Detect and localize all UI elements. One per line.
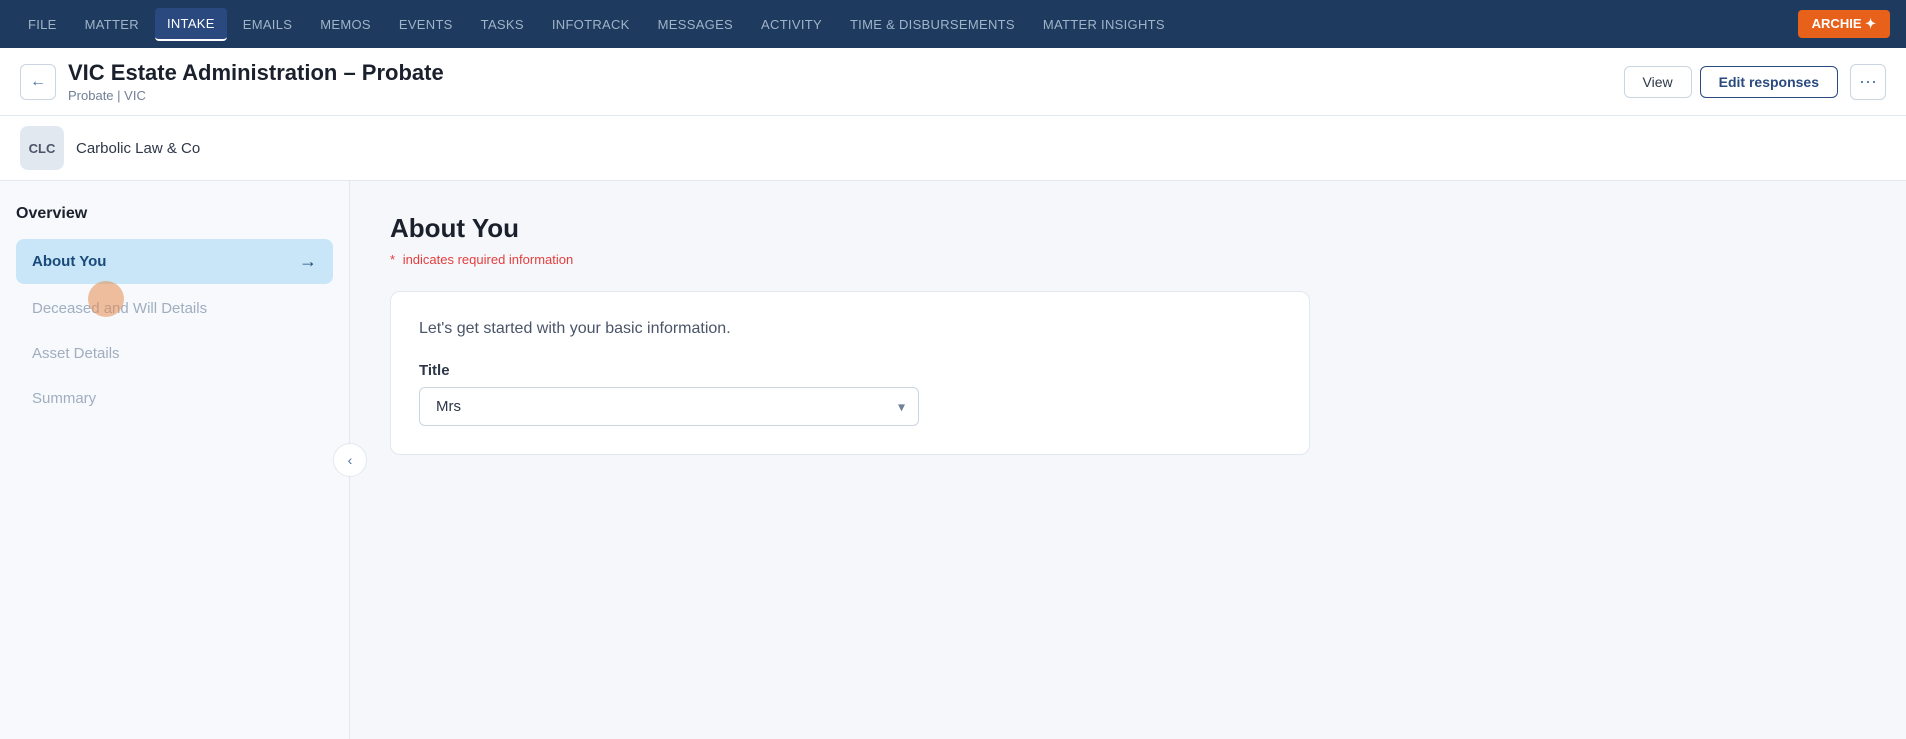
page-title: VIC Estate Administration – Probate <box>68 60 1612 86</box>
sidebar-overview-label: Overview <box>16 205 333 223</box>
sidebar-label-about-you: About You <box>32 253 106 270</box>
sidebar-label-asset-details: Asset Details <box>32 345 120 362</box>
header-actions: View Edit responses <box>1624 66 1838 98</box>
more-icon: ··· <box>1859 71 1877 92</box>
view-button[interactable]: View <box>1624 66 1692 98</box>
company-row: CLC Carbolic Law & Co <box>0 116 1906 181</box>
nav-time-disbursements[interactable]: TIME & DISBURSEMENTS <box>838 9 1027 40</box>
back-icon: ← <box>30 73 46 91</box>
section-title: About You <box>390 213 1866 244</box>
avatar: CLC <box>20 126 64 170</box>
company-name: Carbolic Law & Co <box>76 140 200 157</box>
collapse-sidebar-button[interactable]: ‹ <box>333 443 367 477</box>
main-body: Overview About You → Deceased and Will D… <box>0 181 1906 739</box>
top-navigation: FILE MATTER INTAKE EMAILS MEMOS EVENTS T… <box>0 0 1906 48</box>
nav-matter[interactable]: MATTER <box>73 9 151 40</box>
header-title-block: VIC Estate Administration – Probate Prob… <box>68 60 1612 103</box>
nav-activity[interactable]: ACTIVITY <box>749 9 834 40</box>
sidebar-label-summary: Summary <box>32 390 96 407</box>
nav-memos[interactable]: MEMOS <box>308 9 383 40</box>
nav-matter-insights[interactable]: MATTER INSIGHTS <box>1031 9 1177 40</box>
title-field: Title Mrs Mr Ms Miss Dr Prof ▾ <box>419 362 1281 426</box>
breadcrumb: Probate | VIC <box>68 88 1612 103</box>
title-select[interactable]: Mrs Mr Ms Miss Dr Prof <box>419 387 919 426</box>
required-asterisk: * <box>390 252 395 267</box>
sidebar: Overview About You → Deceased and Will D… <box>0 181 350 739</box>
title-label: Title <box>419 362 1281 379</box>
sidebar-item-about-you[interactable]: About You → <box>16 239 333 284</box>
edit-responses-button[interactable]: Edit responses <box>1700 66 1838 98</box>
form-card: Let's get started with your basic inform… <box>390 291 1310 455</box>
content-area: About You * indicates required informati… <box>350 181 1906 739</box>
chevron-left-icon: ‹ <box>348 452 353 468</box>
back-button[interactable]: ← <box>20 64 56 100</box>
archie-button[interactable]: ARCHIE ✦ <box>1798 10 1890 38</box>
sidebar-item-summary[interactable]: Summary <box>16 378 333 419</box>
sidebar-item-asset-details[interactable]: Asset Details <box>16 333 333 374</box>
more-options-button[interactable]: ··· <box>1850 64 1886 100</box>
title-select-wrapper: Mrs Mr Ms Miss Dr Prof ▾ <box>419 387 919 426</box>
breadcrumb-vic: VIC <box>124 88 146 103</box>
sidebar-item-deceased-will[interactable]: Deceased and Will Details <box>16 288 333 329</box>
header: ← VIC Estate Administration – Probate Pr… <box>0 48 1906 116</box>
nav-emails[interactable]: EMAILS <box>231 9 304 40</box>
nav-events[interactable]: EVENTS <box>387 9 465 40</box>
required-note: * indicates required information <box>390 252 1866 267</box>
nav-intake[interactable]: INTAKE <box>155 8 227 41</box>
nav-file[interactable]: FILE <box>16 9 69 40</box>
nav-tasks[interactable]: TASKS <box>469 9 536 40</box>
form-card-subtitle: Let's get started with your basic inform… <box>419 320 1281 338</box>
breadcrumb-probate: Probate <box>68 88 114 103</box>
sidebar-label-deceased-will: Deceased and Will Details <box>32 300 207 317</box>
nav-infotrack[interactable]: INFOTRACK <box>540 9 642 40</box>
nav-messages[interactable]: MESSAGES <box>646 9 745 40</box>
arrow-icon: → <box>299 251 317 272</box>
